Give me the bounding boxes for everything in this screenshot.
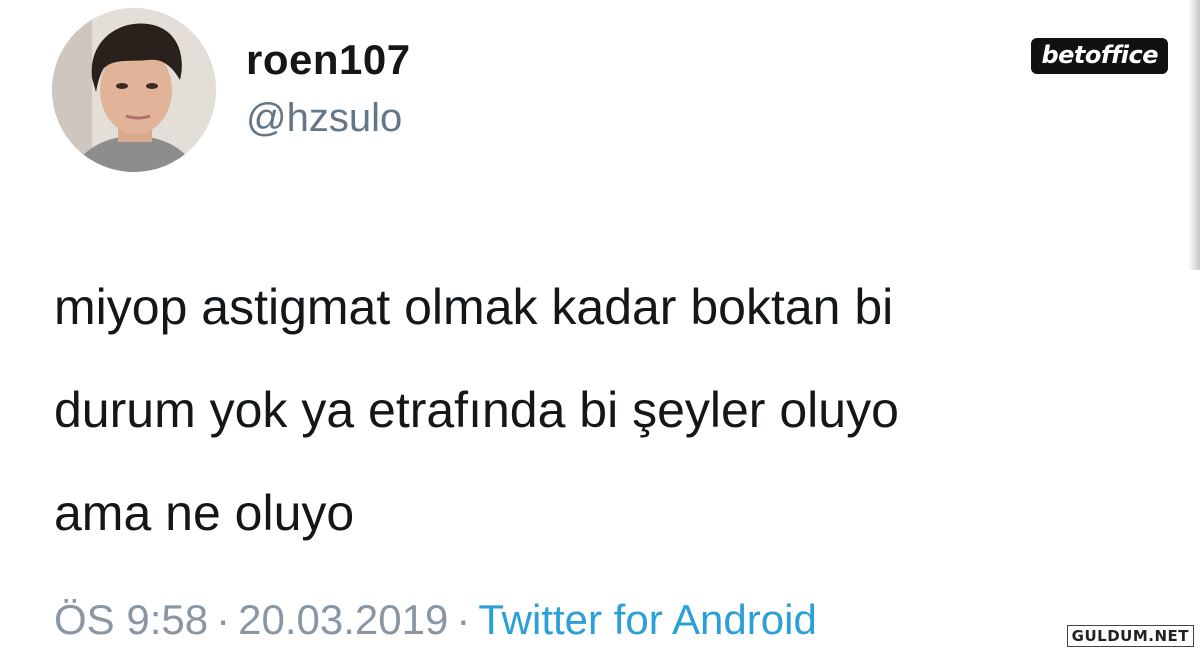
meta-separator: · xyxy=(456,596,471,643)
tweet-text: miyop astigmat olmak kadar boktan bi dur… xyxy=(54,256,1154,565)
user-display-name[interactable]: roen107 xyxy=(246,36,411,84)
tweet-date[interactable]: 20.03.2019 xyxy=(238,596,448,643)
tweet-meta: ÖS 9:58 · 20.03.2019 · Twitter for Android xyxy=(54,596,817,644)
tweet-text-line: miyop astigmat olmak kadar boktan bi xyxy=(54,279,894,335)
watermark-logo-top: betoffice xyxy=(1031,38,1168,74)
user-avatar[interactable] xyxy=(52,8,216,172)
tweet-text-line: durum yok ya etrafında bi şeyler oluyo xyxy=(54,382,899,438)
page-edge-shadow xyxy=(1188,0,1200,270)
user-handle[interactable]: @hzsulo xyxy=(246,96,402,141)
tweet-time[interactable]: ÖS 9:58 xyxy=(54,596,208,643)
tweet-source-link[interactable]: Twitter for Android xyxy=(478,596,816,643)
profile-photo-icon xyxy=(52,8,216,172)
tweet-text-line: ama ne oluyo xyxy=(54,485,355,541)
watermark-logo-bottom: GULDUM.NET xyxy=(1066,625,1194,647)
tweet-card: roen107 @hzsulo betoffice miyop astigmat… xyxy=(0,0,1200,653)
meta-separator: · xyxy=(216,596,231,643)
